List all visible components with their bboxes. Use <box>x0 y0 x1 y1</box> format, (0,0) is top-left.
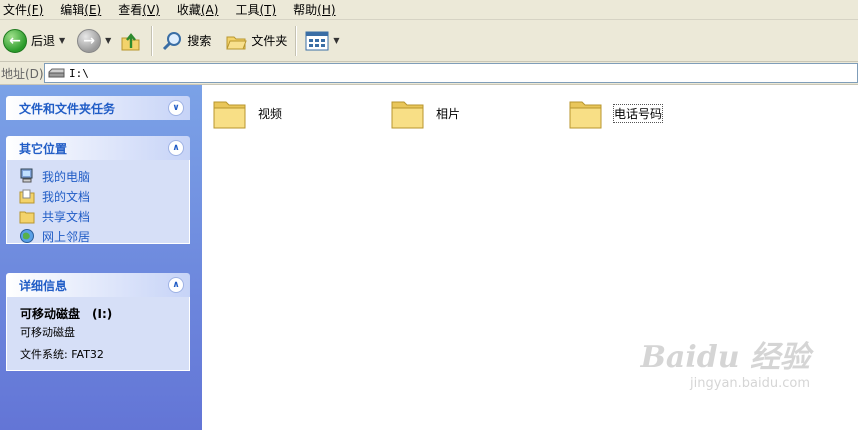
up-folder-icon <box>121 32 140 50</box>
my-documents-icon <box>19 189 35 204</box>
shared-documents-icon <box>19 211 35 224</box>
folder-icon <box>569 101 602 129</box>
back-label: 后退 <box>31 34 56 48</box>
baidu-watermark: Baidu 经验 jingyan.baidu.com <box>641 332 810 391</box>
up-folder-button[interactable] <box>116 25 146 57</box>
folder-name: 视频 <box>258 106 283 121</box>
menu-file[interactable]: 文件(F) <box>0 1 49 18</box>
chevron-down-icon[interactable]: ∨ <box>168 100 184 116</box>
back-button[interactable]: ← 后退 ▼ <box>0 25 68 57</box>
search-icon <box>163 31 182 50</box>
watermark-url: jingyan.baidu.com <box>690 376 810 391</box>
panel-title: 详细信息 <box>19 278 68 293</box>
toolbar: ← 后退 ▼ → ▼ 搜索 文件夹 ▼ <box>0 20 858 62</box>
folder-icon <box>213 101 246 129</box>
place-label: 我的电脑 <box>42 169 91 184</box>
folders-button[interactable]: 文件夹 <box>222 25 290 57</box>
panel-title: 文件和文件夹任务 <box>19 101 116 116</box>
address-field[interactable]: I:\ <box>44 63 858 83</box>
details-body: 可移动磁盘 (I:) 可移动磁盘 文件系统: FAT32 <box>6 297 190 371</box>
watermark-logo: Baidu 经验 <box>640 340 810 375</box>
folders-label: 文件夹 <box>251 34 288 48</box>
views-icon <box>305 31 329 50</box>
folder-item[interactable]: 视频 <box>211 94 282 132</box>
chevron-up-icon[interactable]: ∧ <box>168 140 184 156</box>
removable-drive-icon <box>48 68 65 78</box>
details-panel: 详细信息 ∧ 可移动磁盘 (I:) 可移动磁盘 文件系统: FAT32 <box>6 273 190 371</box>
folder-name: 相片 <box>436 106 461 121</box>
other-places-panel: 其它位置 ∧ 我的电脑 我的文档 共享文档 网上邻居 <box>6 136 190 244</box>
menu-edit[interactable]: 编辑(E) <box>57 1 107 18</box>
place-shared-documents[interactable]: 共享文档 <box>19 206 189 226</box>
place-label: 我的文档 <box>42 189 91 204</box>
file-folder-tasks-panel: 文件和文件夹任务 ∨ <box>6 96 190 120</box>
place-my-computer[interactable]: 我的电脑 <box>19 166 189 186</box>
other-places-header[interactable]: 其它位置 ∧ <box>6 136 190 160</box>
folders-icon <box>226 36 248 49</box>
menu-view[interactable]: 查看(V) <box>115 1 166 18</box>
folder-item[interactable]: 相片 <box>389 94 460 132</box>
chevron-up-icon[interactable]: ∧ <box>168 277 184 293</box>
forward-arrow-icon: → <box>77 28 102 53</box>
address-value: I:\ <box>69 66 89 80</box>
place-label: 网上邻居 <box>42 229 91 244</box>
drive-filesystem: 文件系统: FAT32 <box>20 348 104 361</box>
file-folder-tasks-header[interactable]: 文件和文件夹任务 ∨ <box>6 96 190 120</box>
menu-bar: 文件(F) 编辑(E) 查看(V) 收藏(A) 工具(T) 帮助(H) <box>0 0 858 20</box>
task-pane: 文件和文件夹任务 ∨ 其它位置 ∧ 我的电脑 我的文档 共享文档 网上邻居 详细… <box>0 85 202 430</box>
search-button[interactable]: 搜索 <box>158 25 214 57</box>
place-network-places[interactable]: 网上邻居 <box>19 226 189 246</box>
place-my-documents[interactable]: 我的文档 <box>19 186 189 206</box>
place-label: 共享文档 <box>42 209 91 224</box>
forward-dropdown-icon[interactable]: ▼ <box>105 36 111 45</box>
details-header[interactable]: 详细信息 ∧ <box>6 273 190 297</box>
toolbar-separator <box>151 25 154 56</box>
folder-icon <box>391 101 424 129</box>
folder-name: 电话号码 <box>612 103 664 123</box>
network-places-icon <box>20 229 34 243</box>
panel-title: 其它位置 <box>19 141 68 156</box>
menu-help[interactable]: 帮助(H) <box>290 1 341 18</box>
back-arrow-icon: ← <box>3 28 27 53</box>
search-label: 搜索 <box>187 34 212 48</box>
menu-favorites[interactable]: 收藏(A) <box>174 1 225 18</box>
drive-type: 可移动磁盘 <box>20 326 75 339</box>
my-computer-icon <box>20 168 33 183</box>
forward-button[interactable]: → ▼ <box>74 25 114 57</box>
back-dropdown-icon[interactable]: ▼ <box>59 36 65 45</box>
folder-item[interactable]: 电话号码 <box>567 94 664 132</box>
views-button[interactable]: ▼ <box>302 25 342 57</box>
drive-name: 可移动磁盘 (I:) <box>20 307 113 321</box>
menu-tools[interactable]: 工具(T) <box>232 1 282 18</box>
address-bar: 地址(D) I:\ <box>0 62 858 85</box>
address-label: 地址(D) <box>1 66 44 81</box>
toolbar-separator <box>295 25 298 56</box>
other-places-body: 我的电脑 我的文档 共享文档 网上邻居 <box>6 160 190 244</box>
views-dropdown-icon[interactable]: ▼ <box>333 36 339 45</box>
